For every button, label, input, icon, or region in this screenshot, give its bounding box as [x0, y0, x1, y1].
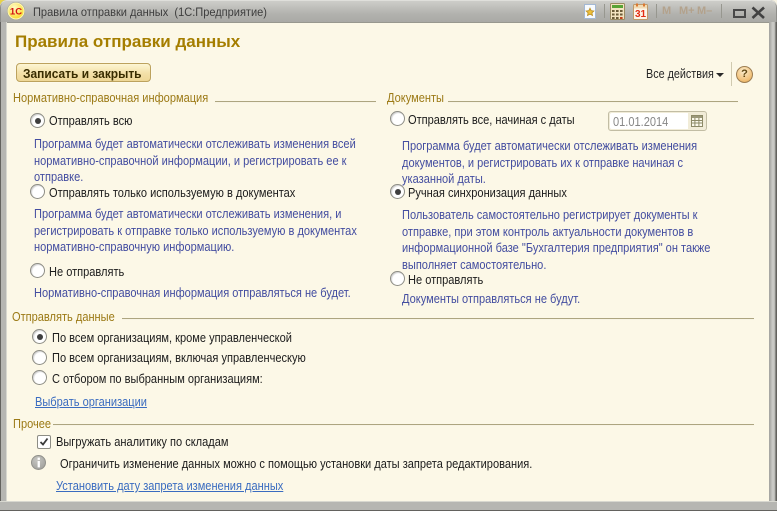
svg-text:31: 31 — [635, 9, 647, 20]
svg-text:1С: 1С — [10, 7, 22, 18]
